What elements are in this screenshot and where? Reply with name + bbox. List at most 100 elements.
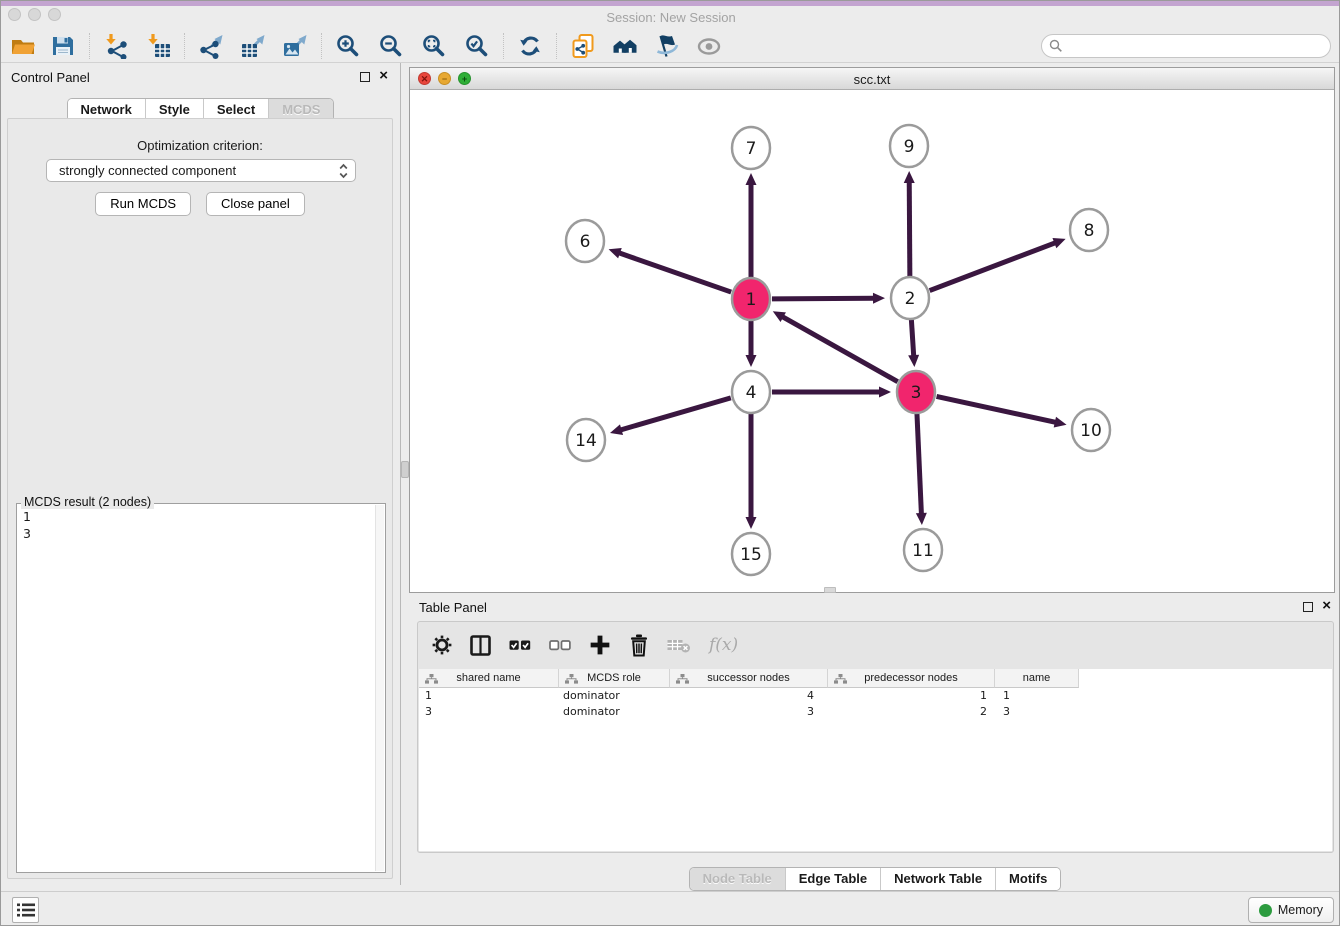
import-network-icon[interactable]	[103, 33, 129, 59]
network-graph-svg[interactable]: 7 9 6 8 1 2 4 3 14 10 15 11	[410, 90, 1334, 592]
svg-text:7: 7	[746, 139, 757, 159]
column-chooser-icon[interactable]	[470, 635, 491, 656]
graph-node-4[interactable]: 4	[732, 371, 770, 413]
tab-motifs[interactable]: Motifs	[995, 868, 1060, 890]
graph-edge-2-8[interactable]	[930, 242, 1057, 290]
deselect-all-icon[interactable]	[549, 636, 571, 654]
toolbar-separator	[89, 33, 90, 59]
run-mcds-button[interactable]: Run MCDS	[95, 192, 191, 216]
graph-node-6[interactable]: 6	[566, 220, 604, 262]
close-panel-button[interactable]: Close panel	[206, 192, 305, 216]
apply-preferred-layout-icon[interactable]	[517, 33, 543, 59]
table-row[interactable]: 3 dominator 3 2 3	[419, 704, 1332, 720]
criterion-dropdown[interactable]: strongly connected component	[46, 159, 356, 182]
graph-edge-2-3[interactable]	[911, 319, 913, 357]
titlebar: Session: New Session	[1, 1, 1340, 29]
zoom-out-icon[interactable]	[378, 33, 404, 59]
table-panel-box: f(x) shared name MCDS role successor nod…	[417, 621, 1334, 853]
tab-network-table[interactable]: Network Table	[880, 868, 995, 890]
graph-node-9[interactable]: 9	[890, 125, 928, 167]
graph-node-11[interactable]: 11	[904, 529, 942, 571]
zoom-in-icon[interactable]	[335, 33, 361, 59]
app-window: Session: New Session	[0, 0, 1340, 926]
toolbar-separator	[321, 33, 322, 59]
zoom-fit-icon[interactable]	[421, 33, 447, 59]
zoom-selected-icon[interactable]	[464, 33, 490, 59]
graph-edge-3-10[interactable]	[937, 396, 1057, 422]
graph-edge-2-9[interactable]	[909, 181, 910, 277]
graph-node-8[interactable]: 8	[1070, 209, 1108, 251]
graph-edge-1-2[interactable]	[772, 298, 875, 299]
network-window-titlebar[interactable]: ✕ − + scc.txt	[410, 68, 1334, 90]
add-column-icon[interactable]	[589, 634, 611, 656]
close-table-panel-icon[interactable]: ×	[1322, 597, 1331, 615]
svg-text:8: 8	[1084, 221, 1095, 241]
result-line: 3	[23, 525, 31, 542]
control-panel: Control Panel × Network Style Select MCD…	[1, 63, 401, 885]
graph-node-3[interactable]: 3	[897, 371, 935, 413]
result-line: 1	[23, 508, 31, 525]
column-header-name[interactable]: name	[995, 669, 1079, 688]
task-history-button[interactable]	[12, 897, 39, 923]
graph-node-1[interactable]: 1	[732, 278, 770, 320]
graph-node-14[interactable]: 14	[567, 419, 605, 461]
open-session-icon[interactable]	[10, 33, 36, 59]
graph-node-10[interactable]: 10	[1072, 409, 1110, 451]
graph-edge-arrowhead	[908, 355, 919, 367]
vertical-splitter-handle[interactable]	[401, 461, 409, 478]
tab-node-table[interactable]: Node Table	[690, 868, 785, 890]
column-header-mcds-role[interactable]: MCDS role	[559, 669, 670, 688]
graphics-details-icon[interactable]	[696, 33, 722, 59]
svg-text:15: 15	[740, 545, 762, 565]
svg-text:6: 6	[580, 232, 591, 252]
graph-edge-arrowhead	[873, 293, 885, 304]
mcds-result-text[interactable]: 1 3	[23, 508, 31, 542]
table-row[interactable]: 1 dominator 4 1 1	[419, 688, 1332, 704]
window-title: Session: New Session	[1, 10, 1340, 25]
graph-node-7[interactable]: 7	[732, 127, 770, 169]
delete-table-icon[interactable]	[667, 636, 691, 654]
export-table-icon[interactable]	[240, 33, 266, 59]
column-header-shared-name[interactable]: shared name	[419, 669, 559, 688]
export-network-icon[interactable]	[198, 33, 224, 59]
node-table: shared name MCDS role successor nodes pr…	[419, 669, 1332, 851]
first-neighbors-icon[interactable]	[612, 33, 638, 59]
table-panel-title: Table Panel	[419, 600, 487, 615]
function-builder-icon[interactable]: f(x)	[709, 635, 738, 655]
graph-edge-arrowhead	[1054, 417, 1067, 428]
float-table-panel-icon[interactable]	[1303, 602, 1313, 612]
graph-edge-arrowhead	[746, 173, 757, 185]
search-field	[1041, 34, 1331, 58]
result-scrollbar[interactable]	[375, 505, 384, 871]
tree-icon	[425, 674, 438, 684]
save-session-icon[interactable]	[50, 33, 76, 59]
graph-edge-3-1[interactable]	[781, 316, 897, 382]
select-flagged-icon[interactable]	[654, 33, 680, 59]
column-header-successor-nodes[interactable]: successor nodes	[670, 669, 828, 688]
graph-edge-1-6[interactable]	[618, 253, 731, 293]
svg-text:14: 14	[575, 431, 597, 451]
column-header-predecessor-nodes[interactable]: predecessor nodes	[828, 669, 995, 688]
clone-network-icon[interactable]	[570, 33, 596, 59]
import-table-icon[interactable]	[145, 33, 171, 59]
graph-edge-4-14[interactable]	[620, 398, 731, 430]
toolbar-separator	[503, 33, 504, 59]
graph-edge-3-11[interactable]	[917, 413, 922, 515]
graph-node-15[interactable]: 15	[732, 533, 770, 575]
float-panel-icon[interactable]	[360, 72, 370, 82]
select-all-icon[interactable]	[509, 636, 531, 654]
control-panel-header: Control Panel ×	[1, 63, 400, 91]
memory-button[interactable]: Memory	[1248, 897, 1334, 923]
graph-edge-arrowhead	[904, 171, 915, 183]
graph-edge-arrowhead	[610, 424, 623, 435]
close-panel-icon[interactable]: ×	[379, 67, 388, 85]
delete-column-icon[interactable]	[629, 634, 649, 657]
tab-edge-table[interactable]: Edge Table	[785, 868, 880, 890]
gear-icon[interactable]	[432, 635, 452, 655]
export-image-icon[interactable]	[282, 33, 308, 59]
graph-edge-arrowhead	[746, 517, 757, 529]
search-input[interactable]	[1041, 34, 1331, 58]
svg-text:1: 1	[746, 290, 757, 310]
svg-text:9: 9	[904, 137, 915, 157]
graph-node-2[interactable]: 2	[891, 277, 929, 319]
